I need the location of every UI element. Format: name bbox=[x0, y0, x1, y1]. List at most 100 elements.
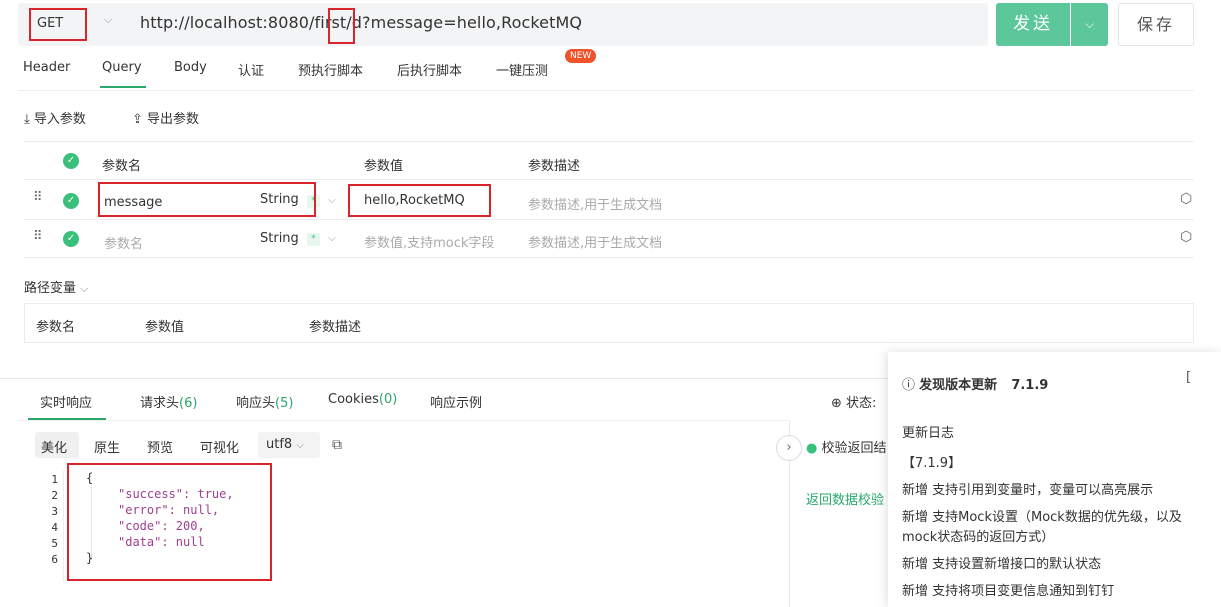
status-indicator: ⊕ 状态: bbox=[831, 392, 876, 411]
chevron-down-icon: ⌵ bbox=[1084, 17, 1095, 31]
tab-header[interactable]: Header bbox=[23, 60, 70, 75]
divider bbox=[18, 90, 1194, 91]
url-input[interactable]: http://localhost:8080/first/d?message=he… bbox=[140, 13, 582, 32]
chevron-down-icon[interactable]: ⌵ bbox=[328, 195, 336, 206]
tab-auth[interactable]: 认证 bbox=[238, 60, 264, 79]
col-header-value: 参数值 bbox=[145, 320, 185, 335]
divider bbox=[24, 179, 1194, 180]
status-label: 状态: bbox=[846, 396, 877, 411]
code-line: { bbox=[86, 471, 94, 485]
validate-text: 校验返回结 bbox=[821, 441, 887, 456]
version-tag: 【7.1.9】 bbox=[902, 456, 962, 471]
tab-post-script[interactable]: 后执行脚本 bbox=[397, 60, 462, 79]
param-desc-input[interactable]: 参数描述,用于生成文档 bbox=[528, 232, 662, 251]
param-value-input[interactable]: hello,RocketMQ bbox=[364, 193, 465, 208]
divider bbox=[24, 257, 1194, 258]
log-title: 更新日志 bbox=[902, 426, 955, 441]
import-label: 导入参数 bbox=[33, 112, 86, 127]
select-all-checkbox[interactable]: ✓ bbox=[63, 153, 79, 169]
popup-version: 7.1.9 bbox=[1011, 378, 1049, 393]
format-pretty[interactable]: 美化 bbox=[41, 437, 67, 456]
param-name-input[interactable]: 参数名 bbox=[104, 233, 143, 252]
import-params-button[interactable]: ⤓ 导入参数 bbox=[24, 108, 86, 127]
indent-guide bbox=[91, 486, 92, 560]
drag-handle-icon[interactable]: ⠿ bbox=[33, 229, 42, 244]
tab-body[interactable]: Body bbox=[174, 60, 207, 75]
path-vars-table bbox=[24, 303, 1194, 343]
tab-count: (6) bbox=[179, 396, 198, 411]
tab-label: Cookies bbox=[328, 392, 379, 407]
mock-star-icon[interactable]: * bbox=[307, 233, 320, 246]
line-number: 1 bbox=[51, 473, 58, 486]
param-name-input[interactable]: message bbox=[104, 195, 162, 210]
close-icon[interactable]: [ bbox=[1186, 370, 1191, 385]
code-line: "success": true, bbox=[118, 487, 234, 501]
encoding-label: utf8 bbox=[266, 437, 293, 452]
popup-title: ⓘ 发现版本更新 7.1.9 bbox=[902, 374, 1048, 393]
col-header-desc: 参数描述 bbox=[528, 159, 581, 174]
drag-handle-icon[interactable]: ⠿ bbox=[33, 190, 42, 205]
chevron-down-icon: ⌵ bbox=[296, 440, 304, 451]
log-item: mock状态码的返回方式） bbox=[902, 530, 1055, 545]
col-header-name: 参数名 bbox=[102, 159, 142, 174]
export-params-button[interactable]: ⇪ 导出参数 bbox=[132, 108, 199, 127]
row-checkbox[interactable]: ✓ bbox=[63, 231, 79, 247]
new-badge: NEW bbox=[565, 49, 597, 63]
send-dropdown-button[interactable]: ⌵ bbox=[1071, 3, 1108, 46]
code-line: "error": null, bbox=[118, 503, 220, 517]
validate-link[interactable]: 返回数据校验 bbox=[806, 489, 884, 508]
resp-tab-live[interactable]: 实时响应 bbox=[40, 392, 92, 411]
format-raw[interactable]: 原生 bbox=[94, 437, 120, 456]
col-header-name: 参数名 bbox=[36, 320, 76, 335]
path-vars-toggle[interactable]: 路径变量 ⌵ bbox=[24, 277, 89, 296]
chevron-down-icon[interactable]: ⌵ bbox=[328, 233, 336, 244]
format-preview[interactable]: 预览 bbox=[147, 437, 173, 456]
param-value-input[interactable]: 参数值,支持mock字段 bbox=[364, 232, 494, 251]
method-select[interactable]: GET bbox=[29, 7, 87, 41]
line-number: 5 bbox=[51, 537, 58, 550]
save-button[interactable]: 保存 bbox=[1118, 3, 1194, 46]
divider bbox=[24, 141, 1194, 142]
gutter-divider bbox=[63, 470, 64, 582]
param-desc-input[interactable]: 参数描述,用于生成文档 bbox=[528, 194, 662, 213]
tab-stress-test[interactable]: 一键压测 bbox=[496, 60, 548, 79]
code-line: "data": null bbox=[118, 535, 205, 549]
download-icon: ⤓ bbox=[24, 112, 30, 127]
validate-status: ● 校验返回结 bbox=[806, 437, 887, 456]
export-label: 导出参数 bbox=[147, 112, 200, 127]
resp-tab-resp-headers[interactable]: 响应头(5) bbox=[236, 392, 293, 411]
mock-star-icon[interactable]: * bbox=[307, 195, 320, 208]
log-item: 新增 支持Mock设置（Mock数据的优先级，以及 bbox=[902, 510, 1182, 525]
copy-icon[interactable]: ⧉ bbox=[332, 437, 342, 453]
cube-icon[interactable]: ⬡ bbox=[1180, 229, 1192, 245]
resp-tab-examples[interactable]: 响应示例 bbox=[430, 392, 482, 411]
col-header-desc: 参数描述 bbox=[309, 320, 362, 335]
upload-icon: ⇪ bbox=[132, 112, 143, 127]
param-type-select[interactable]: String bbox=[260, 192, 299, 207]
globe-icon: ⊕ bbox=[831, 396, 842, 411]
row-checkbox[interactable]: ✓ bbox=[63, 193, 79, 209]
resp-tab-req-headers[interactable]: 请求头(6) bbox=[140, 392, 197, 411]
tab-count: (0) bbox=[378, 392, 398, 407]
chevron-down-icon[interactable]: ⌵ bbox=[104, 13, 112, 27]
send-button[interactable]: 发送 bbox=[996, 3, 1070, 46]
code-line: "code": 200, bbox=[118, 519, 205, 533]
tab-query[interactable]: Query bbox=[102, 60, 142, 75]
popup-title-text: 发现版本更新 bbox=[919, 378, 998, 393]
active-tab-indicator bbox=[100, 86, 146, 88]
resp-tab-cookies[interactable]: Cookies(0) bbox=[328, 392, 397, 407]
format-visualize[interactable]: 可视化 bbox=[200, 437, 239, 456]
dot-icon: ● bbox=[806, 441, 818, 456]
log-item: 新增 支持设置新增接口的默认状态 bbox=[902, 557, 1102, 572]
chevron-down-icon: ⌵ bbox=[80, 282, 89, 295]
path-vars-title: 路径变量 bbox=[24, 281, 77, 296]
param-type-select[interactable]: String bbox=[260, 231, 299, 246]
chevron-right-icon[interactable]: › bbox=[776, 435, 802, 461]
col-header-value: 参数值 bbox=[364, 159, 404, 174]
log-item: 新增 支持引用到变量时，变量可以高亮展示 bbox=[902, 483, 1154, 498]
cube-icon[interactable]: ⬡ bbox=[1180, 191, 1192, 207]
tab-pre-script[interactable]: 预执行脚本 bbox=[298, 60, 363, 79]
log-item: 新增 支持将项目变更信息通知到钉钉 bbox=[902, 584, 1115, 599]
code-line: } bbox=[86, 551, 94, 565]
tab-label: 响应头 bbox=[236, 396, 276, 411]
